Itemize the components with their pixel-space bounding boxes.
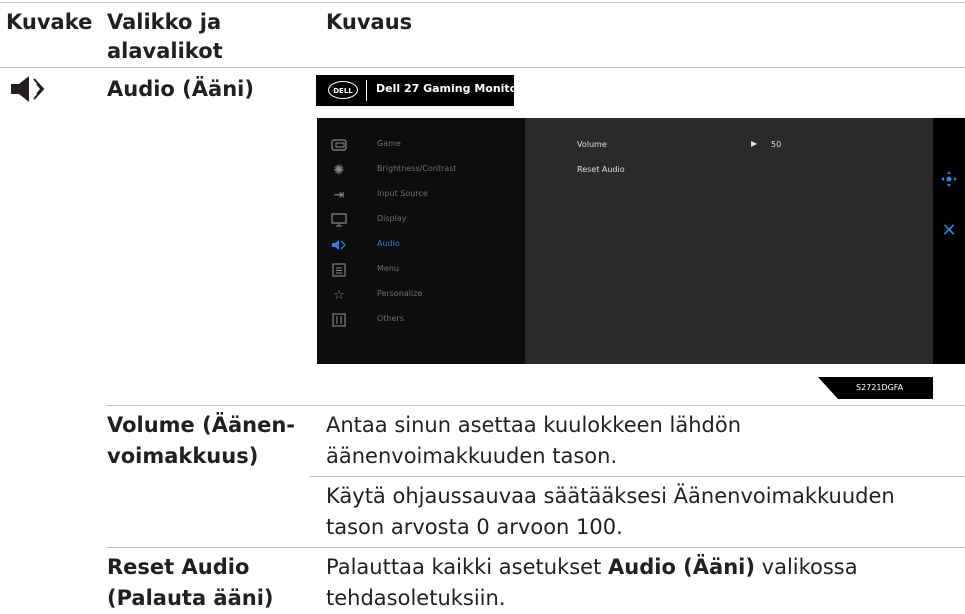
dell-logo: DELL: [328, 81, 358, 99]
osd-menu-item-others[interactable]: Others: [317, 309, 525, 333]
close-icon[interactable]: ✕: [933, 220, 965, 241]
speaker-icon: [331, 238, 347, 254]
osd-title: Dell 27 Gaming Monitor: [376, 82, 523, 95]
osd-menu-item-input-source[interactable]: ⇥ Input Source: [317, 184, 525, 208]
desc-line: Palauttaa kaikki asetukset Audio (Ääni) …: [326, 552, 858, 583]
osd-menu-label: Game: [377, 139, 401, 148]
row-name-volume-line1: Volume (Äänen-: [107, 413, 295, 437]
desc-bold: Audio (Ääni): [608, 555, 755, 579]
monitor-icon: [331, 213, 347, 229]
row-name-reset: Reset Audio (Palauta ääni): [107, 552, 274, 614]
osd-side-controls: ✕: [933, 118, 965, 364]
row-rule-reset-top: [107, 547, 965, 548]
others-icon: [331, 313, 347, 329]
osd-menu-label: Brightness/Contrast: [377, 164, 457, 173]
osd-volume-label[interactable]: Volume: [577, 140, 607, 149]
row-name-reset-line2: (Palauta ääni): [107, 586, 274, 610]
osd-submenu: Volume ▶ 50 Reset Audio: [525, 118, 933, 364]
menu-icon: [331, 263, 347, 279]
input-icon: ⇥: [333, 188, 345, 203]
osd-menu-list: Game ✺ Brightness/Contrast ⇥ Input Sourc…: [317, 118, 525, 364]
column-header-description: Kuvaus: [326, 10, 413, 34]
row-rule-volume-inner: [310, 476, 965, 477]
osd-header-tab: DELL Dell 27 Gaming Monitor: [316, 75, 523, 106]
arrow-right-icon: ▶: [751, 139, 758, 148]
osd-volume-value: 50: [771, 140, 782, 149]
osd-menu-item-personalize[interactable]: ☆ Personalize: [317, 284, 525, 308]
row-desc-volume-2: Käytä ohjaussauvaa säätääksesi Äänenvoim…: [326, 481, 895, 543]
osd-menu-item-brightness[interactable]: ✺ Brightness/Contrast: [317, 159, 525, 183]
joystick-icon[interactable]: [933, 170, 965, 192]
header-bottom-rule: [0, 67, 965, 68]
table-top-rule: [0, 2, 965, 3]
column-header-icon: Kuvake: [6, 10, 93, 34]
osd-menu-label: Display: [377, 214, 407, 223]
osd-menu-label: Input Source: [377, 189, 428, 198]
desc-line: tehdasoletuksiin.: [326, 586, 506, 610]
desc-line: Käytä ohjaussauvaa säätääksesi Äänenvoim…: [326, 484, 895, 508]
row-name-volume-line2: voimakkuus): [107, 444, 259, 468]
sun-icon: ✺: [333, 163, 345, 178]
row-desc-volume-1: Antaa sinun asettaa kuulokkeen lähdön ää…: [326, 410, 741, 472]
osd-menu-item-audio[interactable]: Audio: [317, 234, 525, 258]
model-number: S2721DGFA: [856, 383, 904, 392]
row-name-volume: Volume (Äänen- voimakkuus): [107, 410, 295, 472]
desc-post: valikossa: [754, 555, 858, 579]
row-name-reset-line1: Reset Audio: [107, 555, 250, 579]
row-rule-volume-top: [107, 405, 965, 406]
desc-line: tason arvosta 0 arvoon 100.: [326, 515, 623, 539]
osd-menu-item-menu[interactable]: Menu: [317, 259, 525, 283]
osd-reset-audio-label[interactable]: Reset Audio: [577, 165, 625, 174]
desc-pre: Palauttaa kaikki asetukset: [326, 555, 609, 579]
row-desc-reset: Palauttaa kaikki asetukset Audio (Ääni) …: [326, 552, 858, 614]
osd-menu-item-game[interactable]: Game: [317, 134, 525, 158]
osd-menu-label: Personalize: [377, 289, 423, 298]
osd-menu-label: Audio: [377, 239, 400, 248]
speaker-icon: [8, 72, 48, 108]
osd-menu-item-display[interactable]: Display: [317, 209, 525, 233]
desc-line: äänenvoimakkuuden tason.: [326, 444, 618, 468]
osd-header-separator: [366, 80, 367, 101]
desc-line: Antaa sinun asettaa kuulokkeen lähdön: [326, 413, 742, 437]
column-header-menu: Valikko ja alavalikot: [107, 8, 223, 66]
column-header-menu-line1: Valikko ja: [107, 10, 222, 34]
gamepad-icon: [331, 138, 347, 154]
section-title: Audio (Ääni): [107, 77, 254, 101]
osd-menu-label: Menu: [377, 264, 399, 273]
osd-menu-label: Others: [377, 314, 404, 323]
star-icon: ☆: [333, 288, 345, 303]
model-tag: S2721DGFA: [818, 377, 933, 399]
column-header-menu-line2: alavalikot: [107, 39, 223, 63]
osd-panel: Game ✺ Brightness/Contrast ⇥ Input Sourc…: [317, 118, 933, 364]
